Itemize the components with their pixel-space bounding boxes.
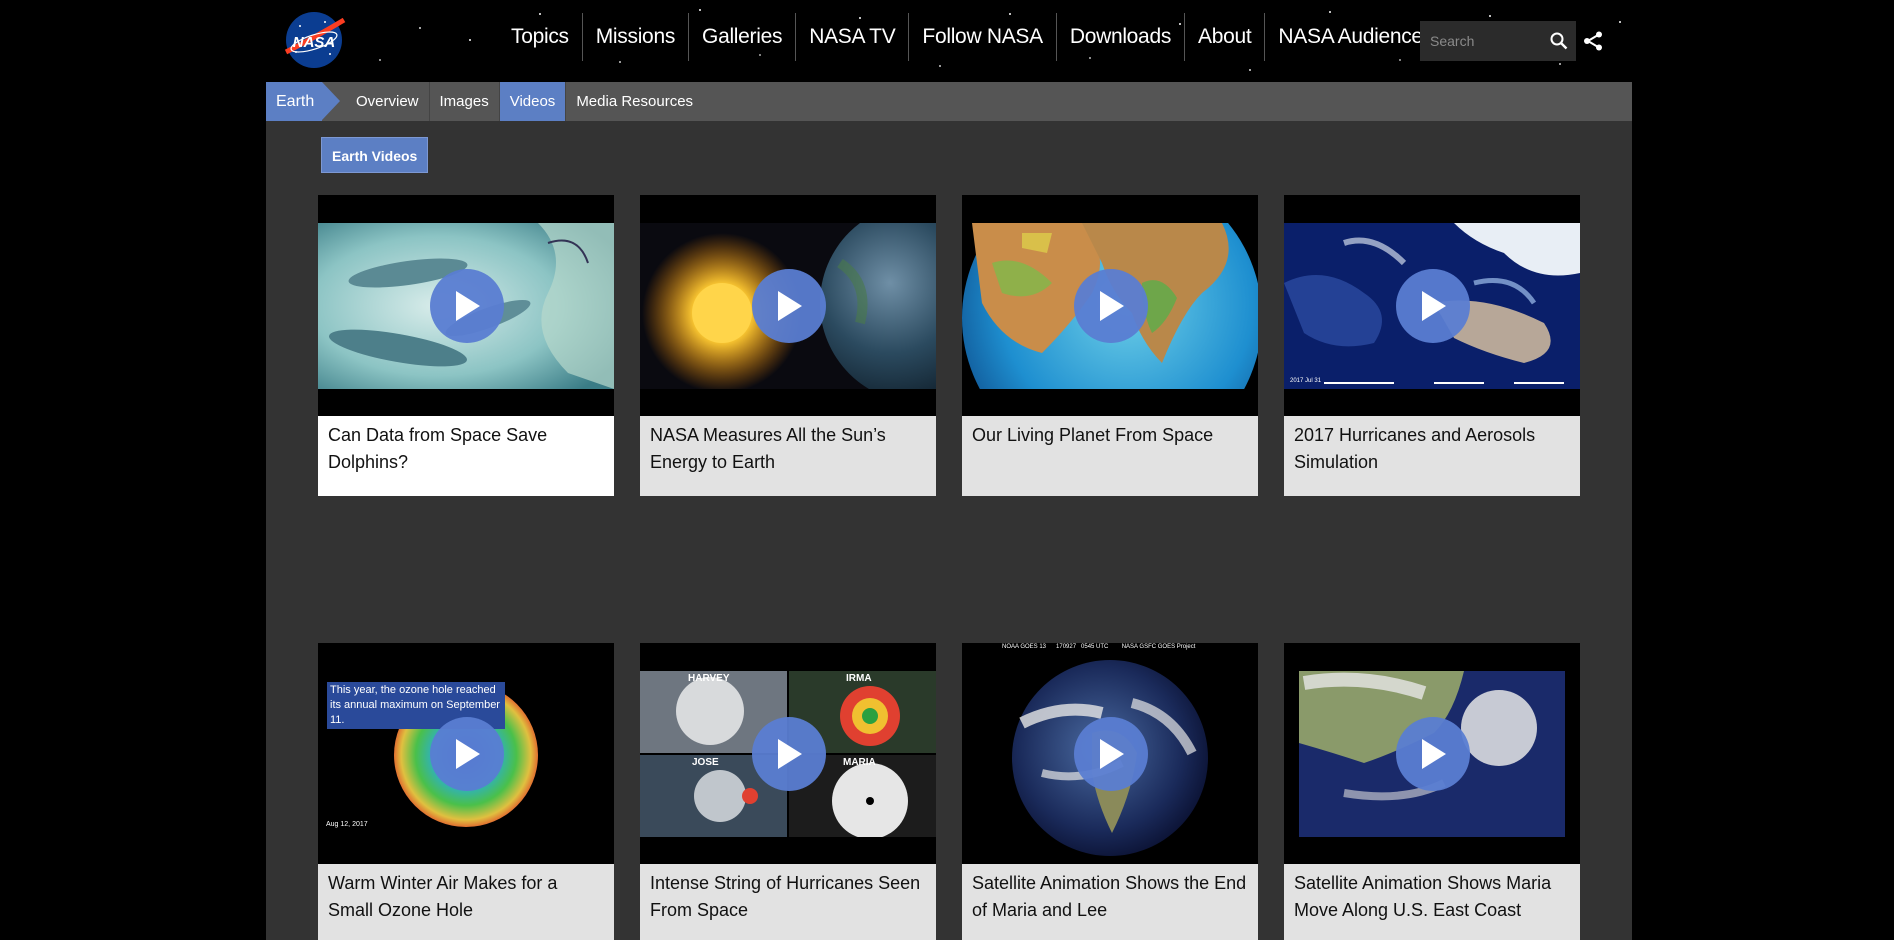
play-icon bbox=[778, 291, 802, 321]
video-title[interactable]: 2017 Hurricanes and Aerosols Simulation bbox=[1284, 416, 1580, 496]
play-icon bbox=[1422, 291, 1446, 321]
subnav-overview[interactable]: Overview bbox=[346, 82, 430, 121]
video-card[interactable]: NASA Measures All the Sun’s Energy to Ea… bbox=[640, 195, 936, 496]
video-card[interactable]: Our Living Planet From Space bbox=[962, 195, 1258, 496]
play-button[interactable] bbox=[752, 269, 826, 343]
subnav-videos[interactable]: Videos bbox=[499, 82, 567, 121]
search-box bbox=[1420, 21, 1576, 61]
subnav-media-resources[interactable]: Media Resources bbox=[566, 82, 703, 121]
video-card[interactable]: Can Data from Space Save Dolphins? bbox=[318, 195, 614, 496]
section-tag: Earth Videos bbox=[321, 137, 429, 173]
play-icon bbox=[1100, 739, 1124, 769]
hurricane-label-irma: IRMA bbox=[846, 673, 872, 684]
video-card[interactable]: NOAA GOES 13 170927 0545 UTC NASA GSFC G… bbox=[962, 643, 1258, 940]
breadcrumb-earth[interactable]: Earth bbox=[266, 82, 340, 121]
video-title[interactable]: Can Data from Space Save Dolphins? bbox=[318, 416, 614, 496]
subnav-images[interactable]: Images bbox=[430, 82, 500, 121]
play-button[interactable] bbox=[1074, 269, 1148, 343]
section-subnav: Earth Overview Images Videos Media Resou… bbox=[266, 82, 1632, 121]
nav-missions[interactable]: Missions bbox=[583, 13, 690, 61]
video-title[interactable]: NASA Measures All the Sun’s Energy to Ea… bbox=[640, 416, 936, 496]
main-nav: Topics Missions Galleries NASA TV Follow… bbox=[498, 13, 1446, 61]
search-icon bbox=[1550, 32, 1568, 50]
video-title[interactable]: Satellite Animation Shows the End of Mar… bbox=[962, 864, 1258, 940]
play-button[interactable] bbox=[1074, 717, 1148, 791]
play-icon bbox=[456, 291, 480, 321]
nasa-logo[interactable]: NASA bbox=[280, 8, 350, 72]
nav-nasa-audiences[interactable]: NASA Audiences bbox=[1265, 13, 1446, 61]
video-thumbnail: NOAA GOES 13 170927 0545 UTC NASA GSFC G… bbox=[962, 643, 1258, 864]
video-thumbnail bbox=[962, 195, 1258, 416]
nav-downloads[interactable]: Downloads bbox=[1057, 13, 1186, 61]
goes-banner-label: NOAA GOES 13 170927 0545 UTC NASA GSFC G… bbox=[1002, 644, 1196, 650]
video-thumbnail: This year, the ozone hole reached its an… bbox=[318, 643, 614, 864]
video-thumbnail bbox=[1284, 643, 1580, 864]
video-card[interactable]: This year, the ozone hole reached its an… bbox=[318, 643, 614, 940]
nav-about[interactable]: About bbox=[1185, 13, 1266, 61]
hurricane-label-maria: MARIA bbox=[843, 757, 876, 768]
search-input[interactable] bbox=[1420, 21, 1544, 61]
nav-topics[interactable]: Topics bbox=[498, 13, 583, 61]
play-button[interactable] bbox=[430, 269, 504, 343]
hurricane-label-jose: JOSE bbox=[692, 757, 719, 768]
video-title[interactable]: Warm Winter Air Makes for a Small Ozone … bbox=[318, 864, 614, 940]
logo-wordmark: NASA bbox=[293, 34, 336, 51]
nav-follow-nasa[interactable]: Follow NASA bbox=[909, 13, 1057, 61]
video-thumbnail bbox=[640, 195, 936, 416]
nav-galleries[interactable]: Galleries bbox=[689, 13, 797, 61]
share-icon bbox=[1584, 31, 1602, 51]
video-card[interactable]: HARVEY IRMA JOSE MARIA Intense String of… bbox=[640, 643, 936, 940]
video-thumbnail bbox=[318, 195, 614, 416]
search-button[interactable] bbox=[1544, 21, 1574, 61]
video-title[interactable]: Our Living Planet From Space bbox=[962, 416, 1258, 496]
play-button[interactable] bbox=[430, 717, 504, 791]
play-button[interactable] bbox=[752, 717, 826, 791]
play-icon bbox=[1100, 291, 1124, 321]
nav-nasa-tv[interactable]: NASA TV bbox=[796, 13, 910, 61]
content-area: Earth Overview Images Videos Media Resou… bbox=[266, 82, 1632, 940]
video-card[interactable]: 2017 Jul 31 2017 Hurricanes and Aerosols… bbox=[1284, 195, 1580, 496]
ozone-date-label: Aug 12, 2017 bbox=[326, 821, 368, 828]
aerosol-date-label: 2017 Jul 31 bbox=[1290, 378, 1322, 384]
play-icon bbox=[456, 739, 480, 769]
play-icon bbox=[778, 739, 802, 769]
hurricane-label-harvey: HARVEY bbox=[688, 673, 730, 684]
video-thumbnail: HARVEY IRMA JOSE MARIA bbox=[640, 643, 936, 864]
play-icon bbox=[1422, 739, 1446, 769]
video-card[interactable]: Satellite Animation Shows Maria Move Alo… bbox=[1284, 643, 1580, 940]
site-header: NASA Topics Missions Galleries NASA TV F… bbox=[266, 0, 1632, 82]
share-button[interactable] bbox=[1582, 30, 1604, 52]
video-title[interactable]: Intense String of Hurricanes Seen From S… bbox=[640, 864, 936, 940]
play-button[interactable] bbox=[1396, 269, 1470, 343]
play-button[interactable] bbox=[1396, 717, 1470, 791]
video-title[interactable]: Satellite Animation Shows Maria Move Alo… bbox=[1284, 864, 1580, 940]
video-thumbnail: 2017 Jul 31 bbox=[1284, 195, 1580, 416]
